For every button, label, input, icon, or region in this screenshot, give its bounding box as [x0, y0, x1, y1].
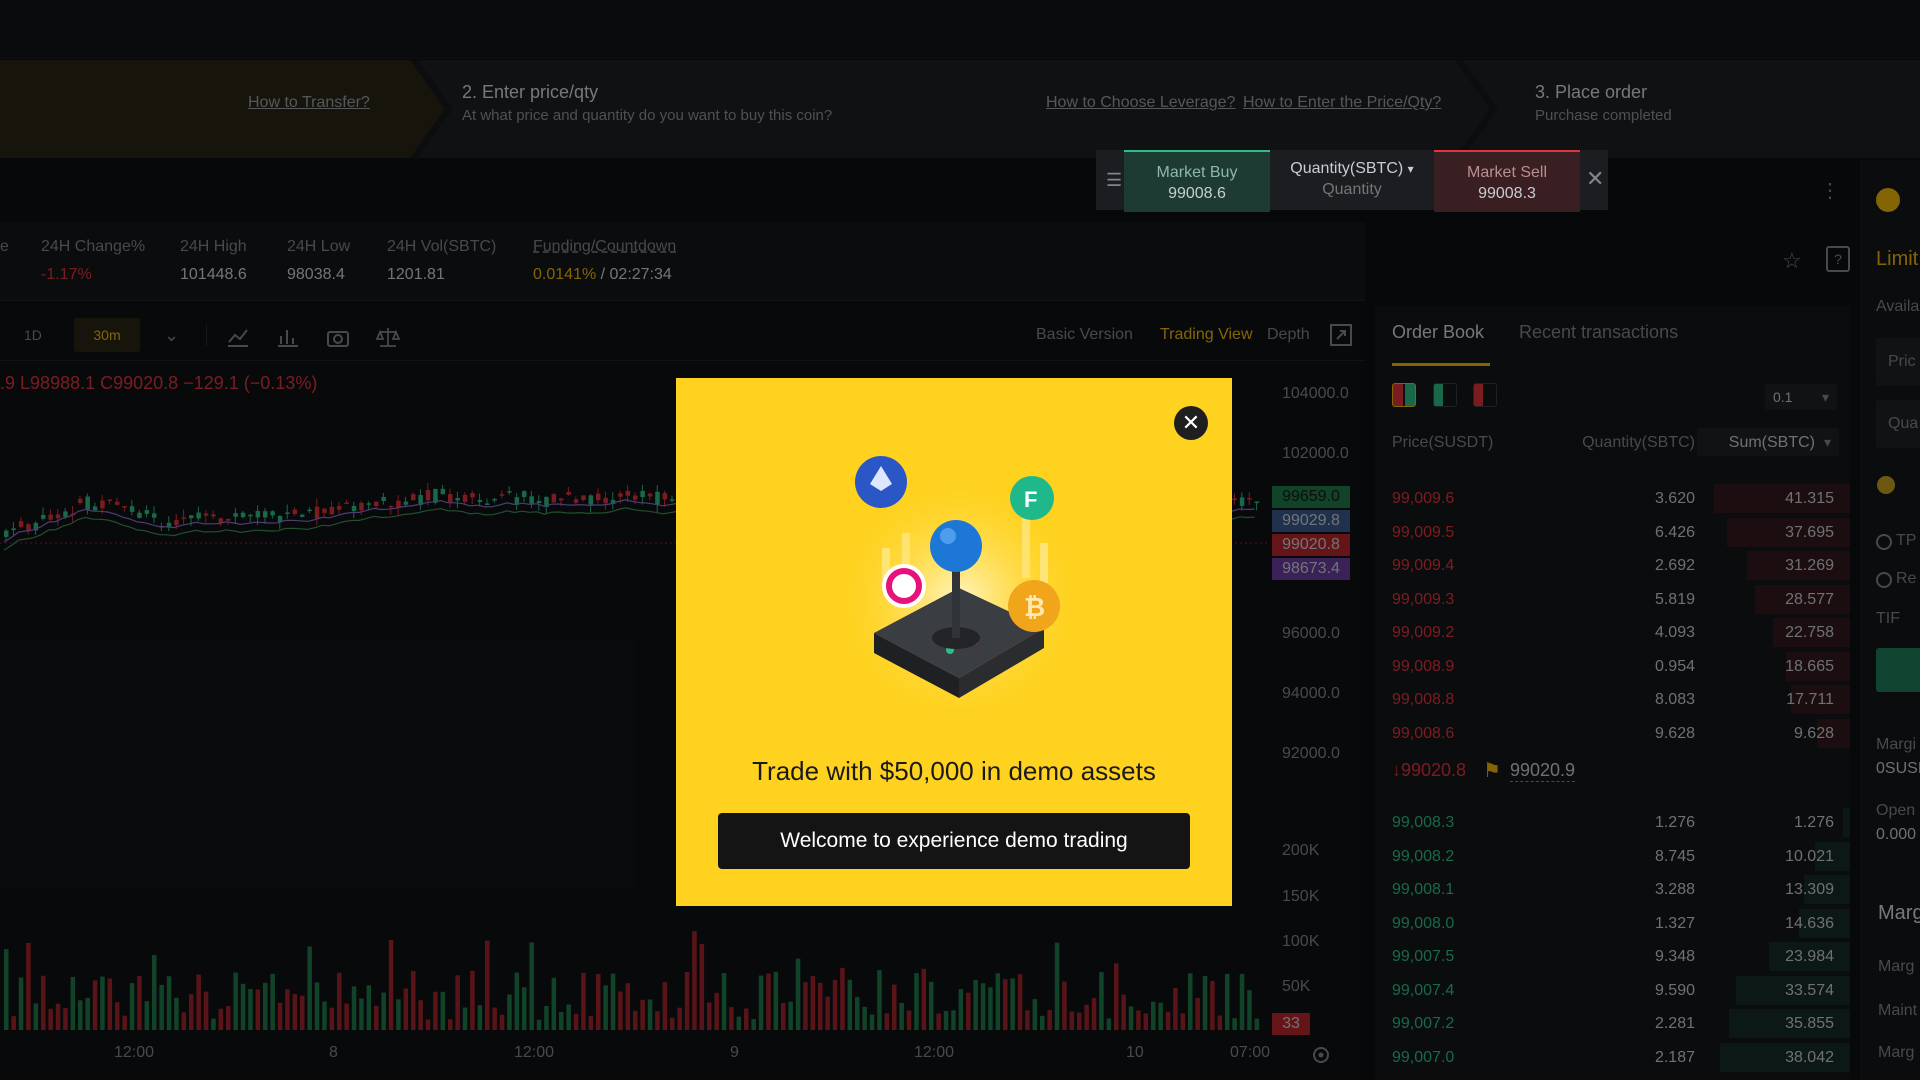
quantity-field[interactable]: Quantity(SBTC) ▾ [1270, 150, 1434, 210]
menu-icon[interactable]: ☰ [1106, 170, 1122, 191]
quantity-label: Quantity(SBTC) ▾ [1270, 160, 1434, 178]
market-sell-button[interactable]: Market Sell 99008.3 [1434, 150, 1580, 212]
quantity-unit: Quantity(SBTC) [1290, 160, 1404, 177]
quantity-input[interactable] [1280, 180, 1424, 200]
market-buy-button[interactable]: Market Buy 99008.6 [1124, 150, 1270, 212]
svg-text:₿: ₿ [1024, 592, 1045, 622]
svg-text:F: F [1024, 487, 1037, 512]
market-buy-label: Market Buy [1156, 164, 1238, 181]
modal-close-button[interactable]: ✕ [1174, 406, 1208, 440]
demo-trading-modal: ✕ F ₿ Trade with $50,000 in demo assets [676, 378, 1232, 906]
chevron-down-icon: ▾ [1407, 162, 1414, 176]
modal-title: Trade with $50,000 in demo assets [752, 756, 1156, 786]
market-sell-price: 99008.3 [1478, 185, 1536, 202]
market-buy-price: 99008.6 [1168, 185, 1226, 202]
demo-trading-cta-button[interactable]: Welcome to experience demo trading [718, 813, 1190, 869]
quick-order-bar: ☰ Market Buy 99008.6 Quantity(SBTC) ▾ Ma… [1096, 150, 1608, 212]
close-icon[interactable]: ✕ [1586, 166, 1604, 192]
joystick-illustration: F ₿ [834, 456, 1084, 708]
market-sell-label: Market Sell [1466, 164, 1548, 181]
